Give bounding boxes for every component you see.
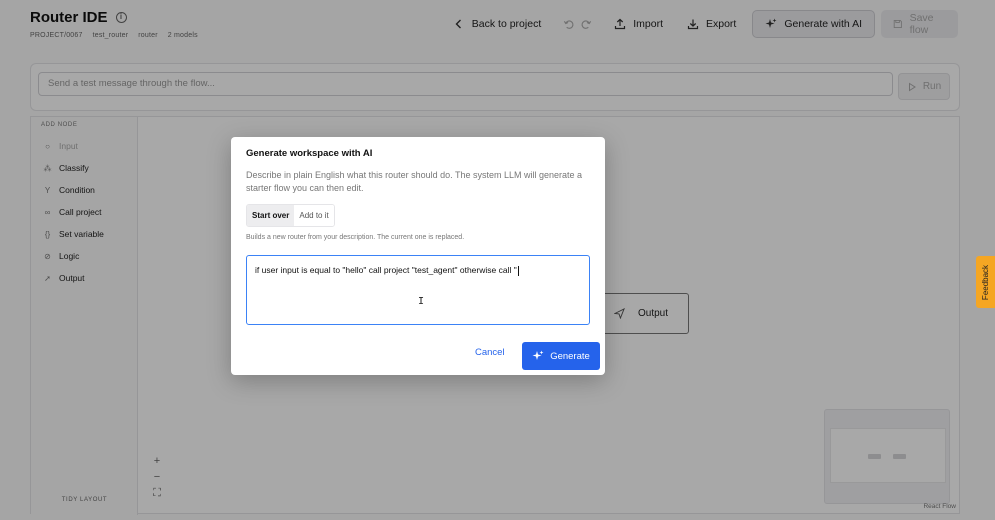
prompt-text: if user input is equal to "hello" call p… [255,265,517,275]
mode-start-over[interactable]: Start over [247,205,295,226]
generate-workspace-dialog: Generate workspace with AI Describe in p… [231,137,605,375]
mode-add-to-it[interactable]: Add to it [294,205,334,226]
sparkles-icon [532,350,544,360]
mode-hint: Builds a new router from your descriptio… [246,234,465,241]
text-cursor-icon: I [418,296,425,307]
feedback-label: Feedback [981,264,991,300]
prompt-textarea[interactable]: if user input is equal to "hello" call p… [246,255,590,325]
generate-label: Generate [550,350,590,362]
generate-button[interactable]: Generate [522,342,600,370]
feedback-tab[interactable]: Feedback [976,256,995,308]
text-caret [517,265,519,276]
dialog-description: Describe in plain English what this rout… [246,170,583,193]
generation-mode-toggle: Start over Add to it [246,204,335,227]
dialog-title: Generate workspace with AI [246,148,373,159]
cancel-button[interactable]: Cancel [475,347,505,358]
